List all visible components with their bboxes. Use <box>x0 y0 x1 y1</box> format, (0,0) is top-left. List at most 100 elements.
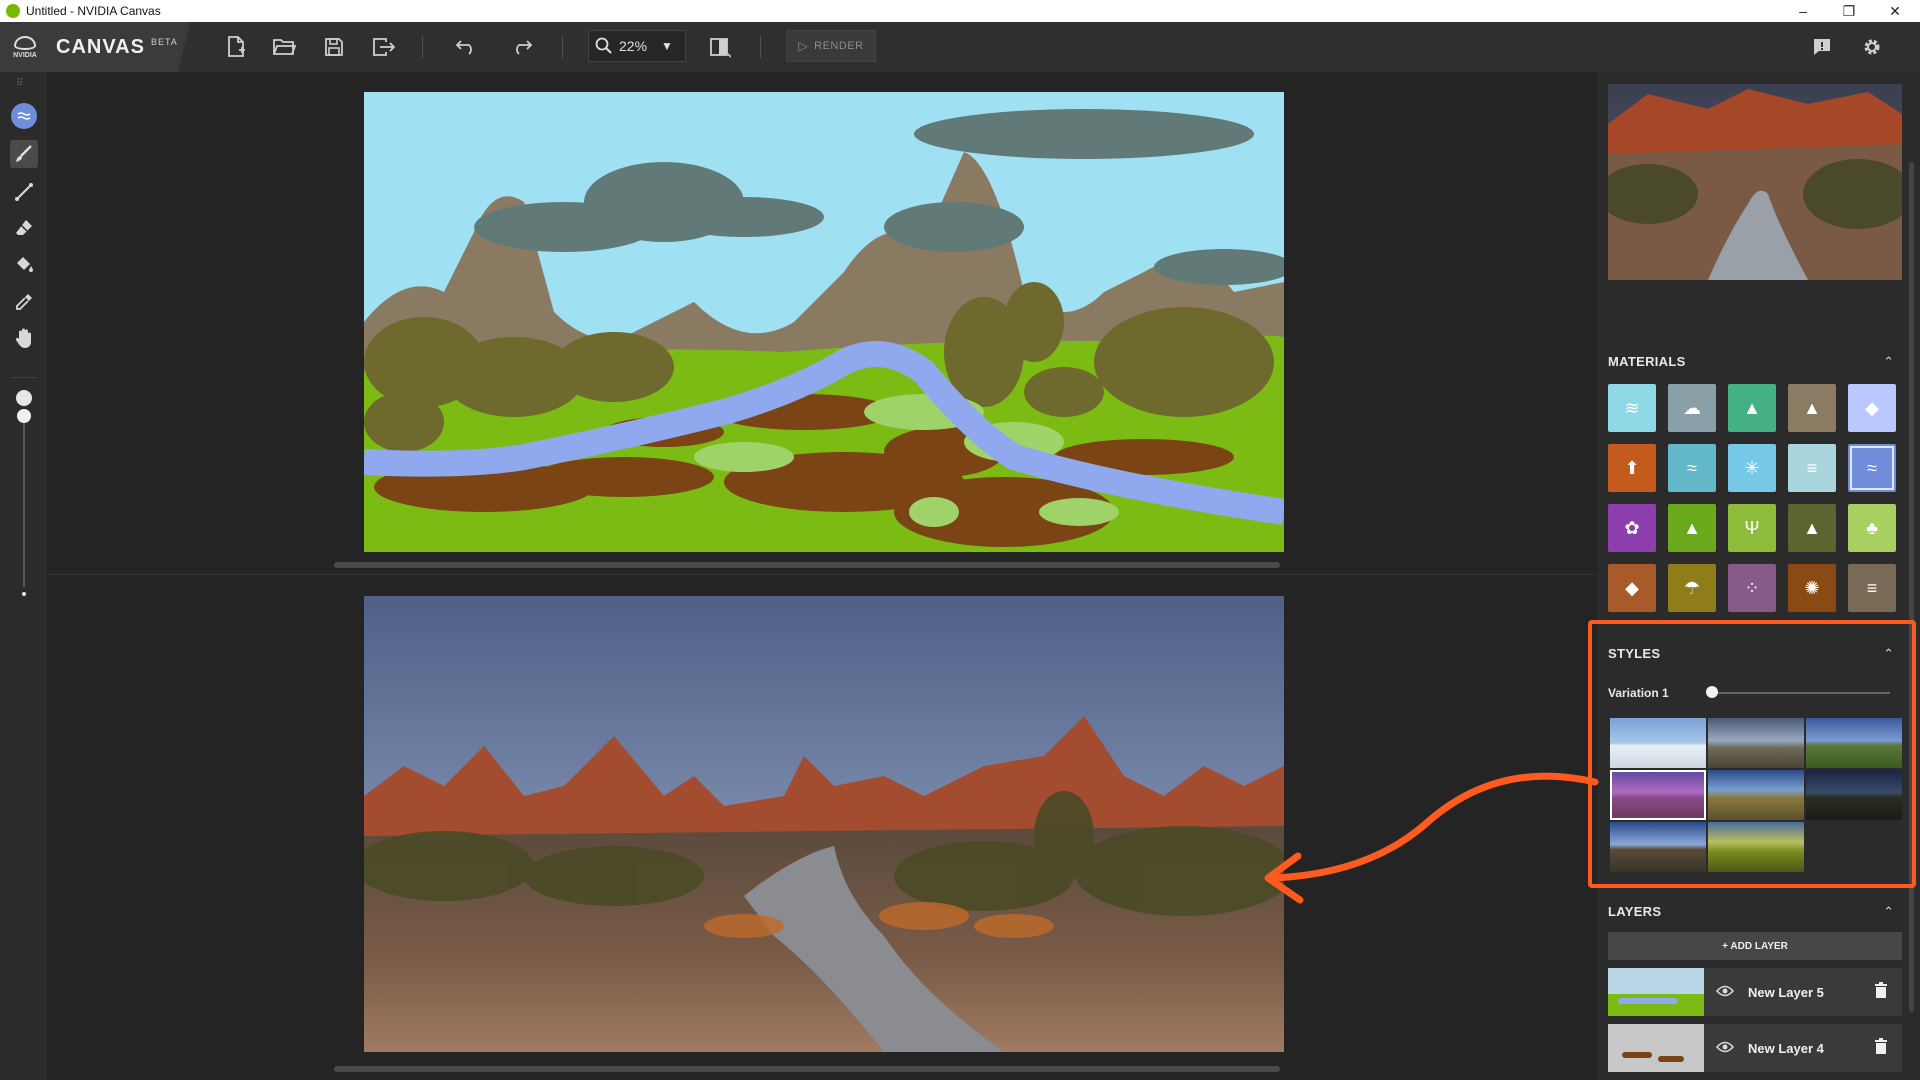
sea-icon: ≋ <box>1624 397 1640 418</box>
material-mountain-button[interactable]: ▲ <box>1788 384 1836 432</box>
style-thumbnail[interactable] <box>1806 770 1902 820</box>
title-bar: Untitled - NVIDIA Canvas – ❐ ✕ <box>0 0 1920 22</box>
layer-name: New Layer 4 <box>1748 1040 1824 1056</box>
materials-title: MATERIALS <box>1608 354 1686 369</box>
material-volcano-button[interactable]: ⬆ <box>1608 444 1656 492</box>
layer-row[interactable]: New Layer 4 <box>1608 1024 1902 1072</box>
nvidia-logo: NVIDIA <box>8 32 42 62</box>
feedback-icon[interactable] <box>1808 33 1836 61</box>
add-layer-button[interactable]: + ADD LAYER <box>1608 932 1902 960</box>
new-file-icon[interactable] <box>222 33 250 61</box>
waterfall-icon: ≡ <box>1806 457 1818 478</box>
trash-icon[interactable] <box>1874 1038 1888 1058</box>
style-thumbnail[interactable] <box>1610 718 1706 768</box>
brush-size-slider[interactable] <box>23 417 25 587</box>
material-dirt-button[interactable]: ✺ <box>1788 564 1836 612</box>
eyedropper-icon[interactable] <box>10 288 38 316</box>
material-fog-button[interactable]: ≈ <box>1668 444 1716 492</box>
material-brush-icon[interactable] <box>10 102 38 130</box>
close-button[interactable]: ✕ <box>1872 0 1918 22</box>
rock-icon: ◆ <box>1625 577 1639 598</box>
render-button[interactable]: ▷ RENDER <box>786 30 876 62</box>
material-rock-button[interactable]: ◆ <box>1608 564 1656 612</box>
style-thumbnail-selected[interactable] <box>1610 770 1706 820</box>
tool-bar: ⠿ <box>0 72 48 1080</box>
beta-badge: BETA <box>150 37 178 47</box>
eraser-icon[interactable] <box>10 214 38 242</box>
layer-row[interactable]: New Layer 5 <box>1608 968 1902 1016</box>
hand-icon[interactable] <box>10 324 38 352</box>
zoom-icon <box>595 37 613 55</box>
layers-title: LAYERS <box>1608 904 1662 919</box>
brush-size-handle[interactable] <box>17 409 31 423</box>
redo-icon[interactable] <box>508 33 536 61</box>
material-waterfall-button[interactable]: ≡ <box>1788 444 1836 492</box>
material-sea-button[interactable]: ≋ <box>1608 384 1656 432</box>
grass-icon: ▲ <box>1683 517 1701 538</box>
rendered-output <box>364 596 1284 1052</box>
hill-icon: ▲ <box>1743 397 1761 418</box>
style-thumbnail[interactable] <box>1708 770 1804 820</box>
material-plant-button[interactable]: Ψ <box>1728 504 1776 552</box>
open-folder-icon[interactable] <box>270 33 298 61</box>
material-hill-button[interactable]: ▲ <box>1728 384 1776 432</box>
material-palm-button[interactable]: ☂ <box>1668 564 1716 612</box>
toolbar-separator <box>562 36 563 58</box>
style-thumbnail[interactable] <box>1806 718 1902 768</box>
minimize-button[interactable]: – <box>1780 0 1826 22</box>
toolbar-separator <box>422 36 423 58</box>
brush-size-max-icon <box>16 390 32 406</box>
variation-slider-handle[interactable] <box>1706 686 1718 698</box>
variation-slider[interactable] <box>1710 692 1890 694</box>
flower-icon: ✿ <box>1624 517 1640 538</box>
styles-collapse-icon[interactable]: ⌃ <box>1883 646 1894 662</box>
layers-collapse-icon[interactable]: ⌃ <box>1883 904 1894 920</box>
zoom-value: 22% <box>619 38 648 54</box>
palm-icon: ☂ <box>1683 577 1701 598</box>
horizontal-scrollbar[interactable] <box>334 1066 1280 1072</box>
sand-icon: ⁘ <box>1744 577 1760 598</box>
fog-icon: ≈ <box>1687 457 1697 478</box>
stone-icon: ≡ <box>1866 577 1878 598</box>
materials-collapse-icon[interactable]: ⌃ <box>1883 354 1894 370</box>
sky-icon: ◆ <box>1865 397 1879 418</box>
zoom-dropdown-icon[interactable]: ▼ <box>661 39 673 53</box>
material-bush-button[interactable]: ▲ <box>1788 504 1836 552</box>
undo-icon[interactable] <box>452 33 480 61</box>
export-icon[interactable] <box>370 33 398 61</box>
layer-thumbnail <box>1608 968 1704 1016</box>
material-grass-button[interactable]: ▲ <box>1668 504 1716 552</box>
line-icon[interactable] <box>10 178 38 206</box>
fill-icon[interactable] <box>10 250 38 278</box>
bush-icon: ▲ <box>1803 517 1821 538</box>
material-snow-button[interactable]: ✳ <box>1728 444 1776 492</box>
visibility-eye-icon[interactable] <box>1715 1040 1735 1056</box>
material-river-button[interactable]: ≈ <box>1848 444 1896 492</box>
material-flower-button[interactable]: ✿ <box>1608 504 1656 552</box>
compare-icon[interactable] <box>706 33 734 61</box>
gear-icon[interactable] <box>1858 33 1886 61</box>
app-name: CANVAS <box>56 35 145 58</box>
plant-icon: Ψ <box>1744 517 1760 538</box>
window-title: Untitled - NVIDIA Canvas <box>26 4 161 18</box>
zoom-control[interactable]: 22% ▼ <box>588 30 686 62</box>
material-sky-button[interactable]: ◆ <box>1848 384 1896 432</box>
horizontal-scrollbar[interactable] <box>334 562 1280 568</box>
material-tree-button[interactable]: ♣ <box>1848 504 1896 552</box>
trash-icon[interactable] <box>1874 982 1888 1002</box>
save-icon[interactable] <box>320 33 348 61</box>
panel-scrollbar[interactable] <box>1909 162 1914 1012</box>
visibility-eye-icon[interactable] <box>1715 984 1735 1000</box>
material-stone-button[interactable]: ≡ <box>1848 564 1896 612</box>
style-thumbnail[interactable] <box>1708 718 1804 768</box>
maximize-button[interactable]: ❐ <box>1826 0 1872 22</box>
brush-icon[interactable] <box>10 140 38 168</box>
material-sand-button[interactable]: ⁘ <box>1728 564 1776 612</box>
style-thumbnail[interactable] <box>1610 822 1706 872</box>
material-cloud-button[interactable]: ☁ <box>1668 384 1716 432</box>
layer-thumbnail <box>1608 1024 1704 1072</box>
style-thumbnail[interactable] <box>1708 822 1804 872</box>
snow-icon: ✳ <box>1744 457 1760 478</box>
segmentation-canvas[interactable] <box>364 92 1284 552</box>
right-panel: MATERIALS ⌃ ≋ ☁ ▲ ▲ ◆ ⬆ ≈ ✳ ≡ ≈ ✿ ▲ Ψ ▲ ♣ ◆ ☂ ⁘ ✺ ≡ STYLES … <box>1598 72 1920 1080</box>
